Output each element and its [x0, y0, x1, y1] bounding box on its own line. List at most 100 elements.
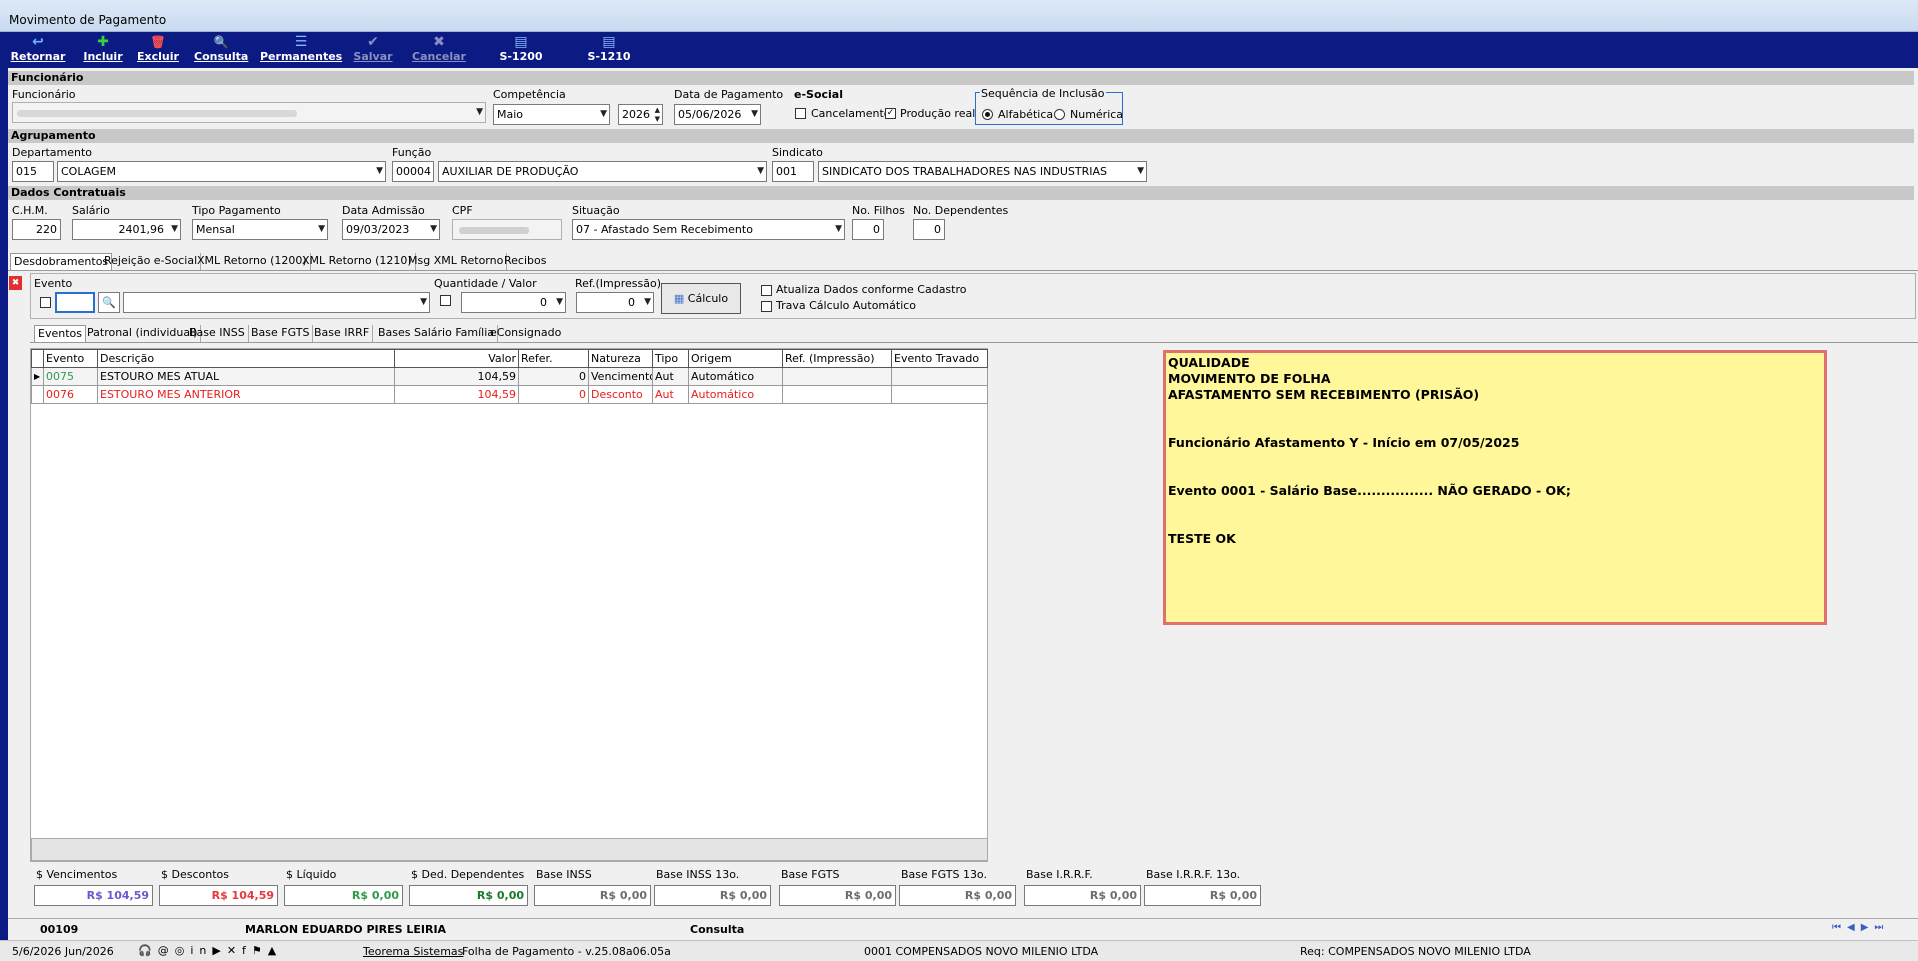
- pin-icon[interactable]: ⚑: [252, 944, 268, 957]
- salario-field[interactable]: 2401,96 ▼: [72, 219, 181, 240]
- numerica-radio[interactable]: [1054, 109, 1065, 120]
- subtab-base-inss[interactable]: Base INSS: [186, 325, 249, 342]
- subtab-bases-salario-familia[interactable]: Bases Salário Família: [375, 325, 499, 342]
- tab-xml-retorno-1210[interactable]: XML Retorno (1210): [299, 253, 416, 270]
- prev-record-icon[interactable]: ◀: [1847, 922, 1861, 933]
- total-value: R$ 0,00: [1024, 885, 1141, 906]
- incluir-button[interactable]: ✚ Incluir: [80, 32, 126, 68]
- x-icon[interactable]: ✕: [227, 944, 242, 957]
- alfabetica-radio[interactable]: [982, 109, 993, 120]
- subtab-base-fgts[interactable]: Base FGTS: [248, 325, 314, 342]
- social-icons[interactable]: 🎧@◎in▶✕f⚑▲: [138, 944, 282, 957]
- sindicato-code[interactable]: 001: [772, 161, 814, 182]
- producao-real-checkbox[interactable]: ✓: [885, 108, 896, 119]
- graduation-icon[interactable]: ▲: [268, 944, 282, 957]
- teorema-link[interactable]: Teorema Sistemas: [363, 945, 463, 958]
- total-value: R$ 0,00: [1144, 885, 1261, 906]
- section-funcionario: Funcionário: [8, 71, 1914, 85]
- cpf-field[interactable]: [452, 219, 562, 240]
- eventos-table: Evento Descrição Valor Refer. Natureza T…: [31, 349, 988, 404]
- col-origem[interactable]: Origem: [688, 349, 783, 368]
- evento-checkbox[interactable]: [40, 297, 51, 308]
- s1210-button[interactable]: ▤ S-1210: [584, 32, 634, 68]
- youtube-icon[interactable]: ▶: [212, 944, 226, 957]
- tab-recibos[interactable]: Recibos: [501, 253, 549, 270]
- tipo-pagamento-select[interactable]: Mensal ▼: [192, 219, 328, 240]
- chm-field[interactable]: 220: [12, 219, 61, 240]
- tab-msg-xml-retorno[interactable]: Msg XML Retorno: [405, 253, 508, 270]
- col-evento-travado[interactable]: Evento Travado: [891, 349, 988, 368]
- next-record-icon[interactable]: ▶: [1861, 922, 1875, 933]
- admissao-field[interactable]: 09/03/2023 ▼: [342, 219, 440, 240]
- delete-event-icon[interactable]: ✖: [9, 276, 22, 290]
- total-label: $ Vencimentos: [36, 868, 118, 881]
- funcao-code[interactable]: 00004: [392, 161, 434, 182]
- total-label: Base I.R.R.F.: [1026, 868, 1093, 881]
- record-navigator[interactable]: ⏮◀▶⏭: [1832, 922, 1889, 933]
- ano-stepper[interactable]: 2026 ▲ ▼: [618, 104, 663, 125]
- ref-field[interactable]: 0 ▼: [576, 292, 654, 313]
- s1200-button[interactable]: ▤ S-1200: [496, 32, 546, 68]
- instagram-icon[interactable]: ◎: [175, 944, 191, 957]
- table-row[interactable]: 0076 ESTOURO MES ANTERIOR 104,59 0 Desco…: [31, 385, 988, 404]
- col-refer[interactable]: Refer.: [518, 349, 589, 368]
- filhos-field[interactable]: 0: [852, 219, 884, 240]
- atualiza-checkbox[interactable]: [761, 285, 772, 296]
- left-strip: [0, 68, 8, 940]
- subtab-eventos[interactable]: Eventos: [34, 325, 86, 342]
- excluir-button[interactable]: 🗑 Excluir: [136, 32, 180, 68]
- cancelamento-checkbox[interactable]: [795, 108, 806, 119]
- filhos-label: No. Filhos: [852, 204, 905, 217]
- sindicato-select[interactable]: SINDICATO DOS TRABALHADORES NAS INDUSTRI…: [818, 161, 1147, 182]
- data-pagamento-field[interactable]: 05/06/2026 ▼: [674, 104, 761, 125]
- departamento-code[interactable]: 015: [12, 161, 54, 182]
- qtd-field[interactable]: 0 ▼: [461, 292, 566, 313]
- linkedin-icon[interactable]: in: [190, 944, 212, 957]
- qtd-checkbox[interactable]: [440, 295, 451, 306]
- status-req: Req: COMPENSADOS NOVO MILENIO LTDA: [1300, 945, 1531, 958]
- salvar-button[interactable]: ✔ Salvar: [352, 32, 394, 68]
- subtab-patronal[interactable]: Patronal (individual): [84, 325, 202, 342]
- col-descricao[interactable]: Descrição: [97, 349, 395, 368]
- competencia-select[interactable]: Maio ▼: [493, 104, 610, 125]
- col-evento[interactable]: Evento: [43, 349, 98, 368]
- consulta-button[interactable]: 🔍 Consulta: [194, 32, 248, 68]
- tab-rejeicao-esocial[interactable]: Rejeição e-Social: [101, 253, 202, 270]
- retornar-button[interactable]: ↩ Retornar: [10, 32, 66, 68]
- situacao-select[interactable]: 07 - Afastado Sem Recebimento ▼: [572, 219, 845, 240]
- subtab-econsignado[interactable]: eConsignado: [487, 325, 564, 342]
- evento-search-button[interactable]: 🔍: [98, 292, 120, 313]
- facebook-icon[interactable]: f: [242, 944, 252, 957]
- funcao-select[interactable]: AUXILIAR DE PRODUÇÃO ▼: [438, 161, 767, 182]
- permanentes-button[interactable]: ☰ Permanentes: [260, 32, 342, 68]
- calculo-button[interactable]: ▦ Cálculo: [661, 283, 741, 314]
- cancelar-button[interactable]: ✖ Cancelar: [412, 32, 466, 68]
- col-ref-impressao[interactable]: Ref. (Impressão): [782, 349, 892, 368]
- tab-desdobramentos[interactable]: Desdobramentos: [10, 253, 113, 270]
- status-bar: 5/6/2026 Jun/2026 🎧@◎in▶✕f⚑▲ Teorema Sis…: [0, 940, 1918, 961]
- last-record-icon[interactable]: ⏭: [1874, 922, 1889, 933]
- col-tipo[interactable]: Tipo: [652, 349, 689, 368]
- subtab-base-irrf[interactable]: Base IRRF: [311, 325, 374, 342]
- trava-checkbox[interactable]: [761, 301, 772, 312]
- evento-select[interactable]: ▼: [123, 292, 430, 313]
- window-titlebar: Movimento de Pagamento: [0, 0, 1918, 32]
- observacoes-memo[interactable]: QUALIDADE MOVIMENTO DE FOLHA AFASTAMENTO…: [1163, 350, 1827, 625]
- departamento-select[interactable]: COLAGEM ▼: [57, 161, 386, 182]
- first-record-icon[interactable]: ⏮: [1832, 922, 1847, 933]
- alfabetica-label: Alfabética: [998, 108, 1054, 121]
- table-header-row: Evento Descrição Valor Refer. Natureza T…: [31, 349, 988, 368]
- tab-xml-retorno-1200[interactable]: XML Retorno (1200): [194, 253, 311, 270]
- col-natureza[interactable]: Natureza: [588, 349, 653, 368]
- chevron-down-icon: ▼: [430, 224, 437, 234]
- section-agrupamento: Agrupamento: [8, 129, 1914, 143]
- horizontal-scrollbar[interactable]: [31, 838, 988, 861]
- dependentes-field[interactable]: 0: [913, 219, 945, 240]
- at-icon[interactable]: @: [158, 944, 175, 957]
- funcionario-select[interactable]: ▼: [12, 102, 486, 123]
- headset-icon[interactable]: 🎧: [138, 944, 158, 957]
- col-valor[interactable]: Valor: [394, 349, 519, 368]
- table-row[interactable]: ▶ 0075 ESTOURO MES ATUAL 104,59 0 Vencim…: [31, 367, 988, 386]
- chevron-down-icon: ▼: [420, 297, 427, 307]
- evento-code-input[interactable]: [55, 292, 95, 313]
